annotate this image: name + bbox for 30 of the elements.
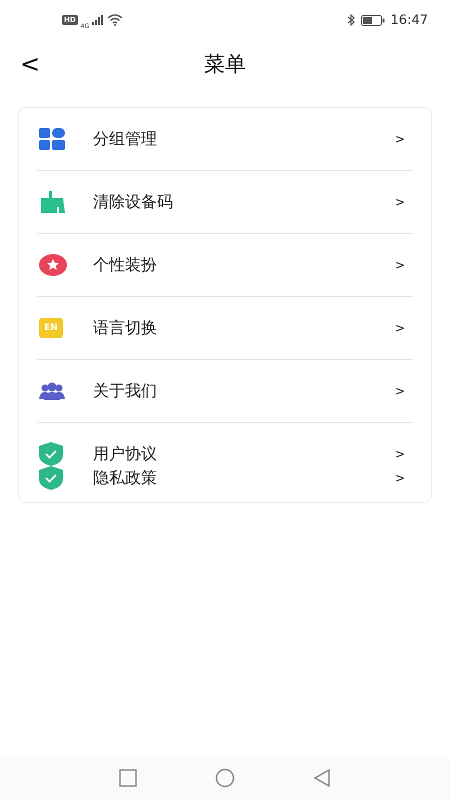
chevron-icon: > — [394, 471, 413, 485]
chevron-icon: > — [394, 447, 413, 461]
bluetooth-icon — [346, 14, 355, 26]
chevron-icon: > — [394, 321, 413, 335]
chevron-icon: > — [394, 384, 413, 398]
menu-item[interactable]: 关于我们 — [93, 380, 395, 402]
menu-item[interactable]: 个性装扮 — [93, 254, 395, 276]
shield-icon — [39, 466, 63, 490]
recent-apps-icon[interactable] — [119, 769, 137, 787]
clock: 16:47 — [390, 12, 428, 28]
page-title: 菜单 — [204, 52, 246, 76]
wifi-icon — [107, 14, 124, 26]
menu-item[interactable]: 隐私政策 — [93, 468, 395, 488]
battery-icon — [360, 14, 385, 26]
home-icon[interactable] — [215, 768, 235, 788]
chevron-icon: > — [394, 258, 413, 272]
menu-item[interactable]: 语言切换 — [93, 318, 395, 338]
language-icon: EN — [39, 318, 63, 338]
grid-icon — [39, 128, 65, 150]
broom-icon — [39, 191, 65, 213]
shield-icon — [39, 442, 63, 466]
people-icon — [39, 382, 65, 400]
chevron-icon: > — [394, 132, 413, 146]
menu-item[interactable]: 分组管理 — [93, 128, 395, 150]
menu-item[interactable]: 清除设备码 — [93, 192, 395, 212]
back-icon[interactable] — [313, 769, 331, 787]
chevron-icon: > — [394, 195, 413, 209]
menu-item[interactable]: 用户协议 — [93, 444, 395, 464]
back-button[interactable]: < — [16, 50, 44, 78]
signal-icon — [92, 15, 104, 25]
